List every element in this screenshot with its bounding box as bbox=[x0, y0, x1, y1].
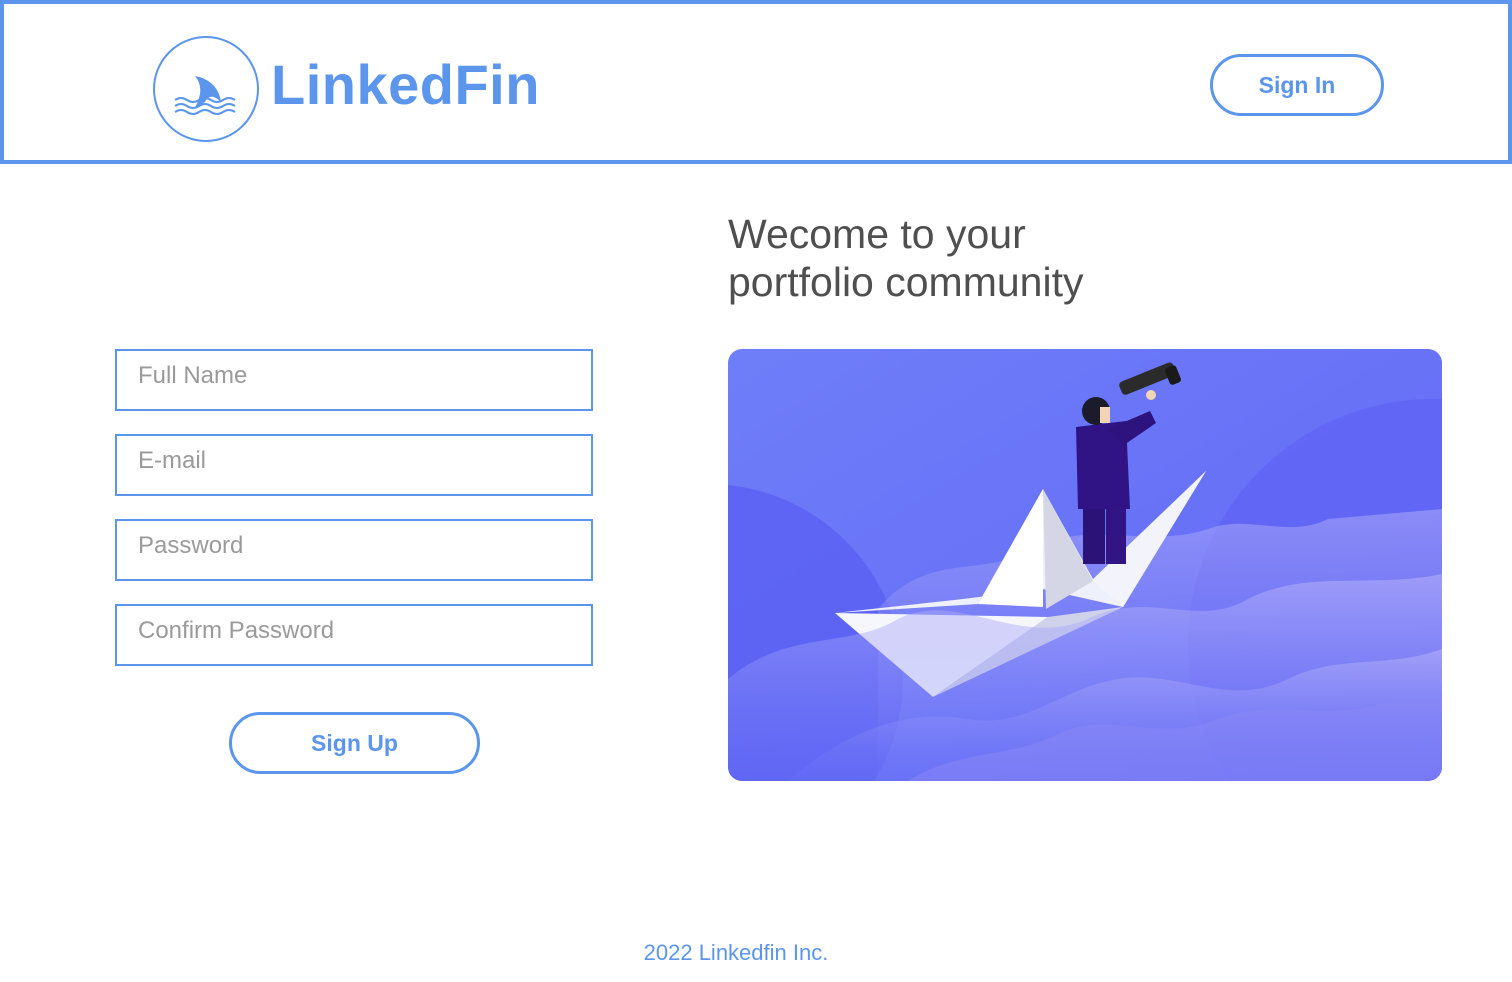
full-name-input[interactable] bbox=[115, 349, 593, 411]
email-input[interactable] bbox=[115, 434, 593, 496]
logo[interactable] bbox=[153, 36, 259, 142]
headline-line-2: portfolio community bbox=[728, 259, 1084, 305]
top-nav-bar: LinkedFin Sign In bbox=[0, 0, 1512, 164]
brand-name[interactable]: LinkedFin bbox=[271, 52, 540, 118]
hero-illustration bbox=[728, 349, 1442, 781]
sign-in-button[interactable]: Sign In bbox=[1210, 54, 1384, 116]
shark-fin-waves-icon bbox=[174, 76, 236, 115]
welcome-headline: Wecome to your portfolio community bbox=[728, 210, 1428, 306]
sign-up-button[interactable]: Sign Up bbox=[229, 712, 480, 774]
footer-copyright: 2022 Linkedfin Inc. bbox=[643, 940, 829, 965]
confirm-password-input[interactable] bbox=[115, 604, 593, 666]
headline-line-1: Wecome to your bbox=[728, 211, 1026, 257]
man-with-telescope-on-paper-boat-illustration bbox=[728, 349, 1442, 781]
password-input[interactable] bbox=[115, 519, 593, 581]
